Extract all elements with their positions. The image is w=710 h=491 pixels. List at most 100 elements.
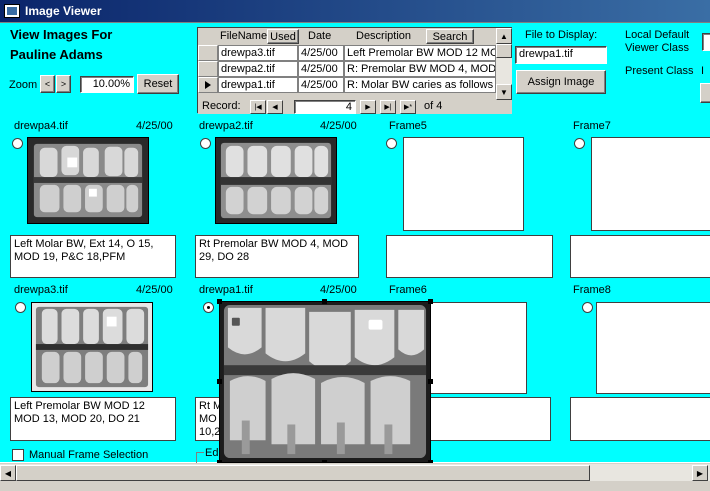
assign-image-button[interactable]: Assign Image bbox=[516, 70, 606, 94]
frame-7-image-area[interactable] bbox=[591, 137, 710, 231]
frame-5-radio[interactable] bbox=[386, 138, 397, 149]
cell-date[interactable]: 4/25/00 bbox=[298, 77, 344, 93]
scroll-right-button[interactable]: ▶ bbox=[692, 465, 708, 481]
frame-7-description[interactable] bbox=[570, 235, 710, 278]
resize-handle[interactable] bbox=[217, 299, 222, 304]
resize-handle[interactable] bbox=[428, 379, 433, 384]
frame-3-xray-image[interactable] bbox=[31, 302, 153, 392]
frame-3-date: 4/25/00 bbox=[136, 284, 173, 296]
row-selector[interactable] bbox=[198, 45, 218, 61]
file-to-display-input[interactable]: drewpa1.tif bbox=[515, 46, 607, 64]
zoom-value-field[interactable]: 10.00% bbox=[80, 76, 134, 93]
zoomed-xray-image[interactable] bbox=[219, 301, 431, 463]
local-default-label: Local Default bbox=[625, 29, 690, 41]
cell-description[interactable]: Left Premolar BW MOD 12 MOD bbox=[344, 45, 496, 61]
manual-frame-checkbox[interactable] bbox=[12, 449, 24, 461]
frame-3-description[interactable]: Left Premolar BW MOD 12 MOD 13, MOD 20, … bbox=[10, 397, 176, 441]
cell-date[interactable]: 4/25/00 bbox=[298, 61, 344, 77]
zoom-out-button[interactable]: < bbox=[40, 75, 55, 93]
image-records-grid: FileName Used Date Description Search dr… bbox=[197, 27, 512, 114]
frame-7-name: Frame7 bbox=[573, 120, 611, 132]
frame-2-name: drewpa2.tif bbox=[199, 120, 253, 132]
chevron-left-icon: < bbox=[44, 79, 51, 89]
status-bar bbox=[0, 481, 710, 491]
title-bar: Image Viewer bbox=[0, 0, 710, 22]
cell-filename[interactable]: drewpa2.tif bbox=[218, 61, 298, 77]
zoom-in-button[interactable]: > bbox=[56, 75, 71, 93]
reset-button[interactable]: Reset bbox=[137, 74, 179, 94]
horizontal-scrollbar[interactable]: ◀ ▶ bbox=[0, 463, 710, 481]
app-icon bbox=[4, 4, 20, 18]
record-label: Record: bbox=[202, 100, 241, 112]
frame-4-date: 4/25/00 bbox=[320, 284, 357, 296]
frame-4-radio-selected[interactable] bbox=[203, 302, 214, 313]
scroll-left-button[interactable]: ◀ bbox=[0, 465, 16, 481]
cell-description[interactable]: R: Molar BW caries as follows M bbox=[344, 77, 496, 93]
resize-handle[interactable] bbox=[217, 379, 222, 384]
table-row[interactable]: drewpa2.tif 4/25/00 R: Premolar BW MOD 4… bbox=[198, 61, 496, 77]
scroll-thumb[interactable] bbox=[496, 44, 512, 58]
row-selector[interactable] bbox=[198, 77, 218, 93]
new-record-button[interactable]: ▶* bbox=[400, 100, 416, 114]
frame-8-image-area[interactable] bbox=[596, 302, 710, 394]
table-row[interactable]: drewpa1.tif 4/25/00 R: Molar BW caries a… bbox=[198, 77, 496, 93]
previous-record-button[interactable]: ◀ bbox=[267, 100, 283, 114]
patient-name: Pauline Adams bbox=[10, 47, 103, 62]
next-icon: ▶ bbox=[365, 104, 371, 111]
scroll-down-button[interactable]: ▼ bbox=[496, 84, 512, 100]
record-navigation: Record: |◀ ◀ 4 ▶ ▶| ▶* of 4 bbox=[198, 100, 512, 114]
arrow-right-icon: ▶ bbox=[696, 468, 704, 478]
cell-filename[interactable]: drewpa3.tif bbox=[218, 45, 298, 61]
frame-7-radio[interactable] bbox=[574, 138, 585, 149]
viewer-class-field[interactable] bbox=[702, 33, 710, 51]
first-record-button[interactable]: |◀ bbox=[250, 100, 266, 114]
scroll-up-button[interactable]: ▲ bbox=[496, 28, 512, 44]
frame-5-name: Frame5 bbox=[389, 120, 427, 132]
frame-8-description[interactable] bbox=[570, 397, 710, 441]
current-record-icon bbox=[205, 81, 211, 89]
record-number-field[interactable]: 4 bbox=[294, 100, 356, 114]
table-row[interactable]: drewpa3.tif 4/25/00 Left Premolar BW MOD… bbox=[198, 45, 496, 61]
resize-handle[interactable] bbox=[322, 299, 327, 304]
frame-2-radio[interactable] bbox=[200, 138, 211, 149]
viewer-class-label: Viewer Class bbox=[625, 42, 689, 54]
cell-filename[interactable]: drewpa1.tif bbox=[218, 77, 298, 93]
resize-handle[interactable] bbox=[428, 299, 433, 304]
record-count: of 4 bbox=[424, 100, 443, 112]
frame-5-image-area[interactable] bbox=[403, 137, 524, 231]
frame-1-radio[interactable] bbox=[12, 138, 23, 149]
frame-1-name: drewpa4.tif bbox=[14, 120, 68, 132]
last-record-icon: ▶| bbox=[384, 104, 392, 111]
frame-8-radio[interactable] bbox=[582, 302, 593, 313]
arrow-left-icon: ◀ bbox=[4, 468, 12, 478]
next-record-button[interactable]: ▶ bbox=[360, 100, 376, 114]
used-button[interactable]: Used bbox=[267, 29, 299, 44]
frame-5-description[interactable] bbox=[386, 235, 553, 278]
frame-3-name: drewpa3.tif bbox=[14, 284, 68, 296]
partial-button[interactable] bbox=[700, 83, 710, 103]
col-filename-header: FileName bbox=[220, 30, 268, 42]
edit-group-label: Ed bbox=[204, 447, 220, 459]
frame-2-date: 4/25/00 bbox=[320, 120, 357, 132]
frame-1-description[interactable]: Left Molar BW, Ext 14, O 15, MOD 19, P&C… bbox=[10, 235, 176, 278]
cell-date[interactable]: 4/25/00 bbox=[298, 45, 344, 61]
frame-2-xray-image[interactable] bbox=[215, 137, 337, 224]
zoom-label: Zoom bbox=[9, 79, 38, 91]
frame-1-xray-image[interactable] bbox=[27, 137, 149, 224]
grid-vertical-scrollbar[interactable]: ▲ ▼ bbox=[496, 28, 512, 100]
frame-8-name: Frame8 bbox=[573, 284, 611, 296]
arrow-up-icon: ▲ bbox=[500, 31, 508, 41]
frame-3-radio[interactable] bbox=[15, 302, 26, 313]
frame-2-description[interactable]: Rt Premolar BW MOD 4, MOD 29, DO 28 bbox=[195, 235, 359, 278]
manual-frame-label: Manual Frame Selection bbox=[29, 449, 149, 461]
horizontal-scroll-thumb[interactable] bbox=[16, 465, 590, 481]
last-record-button[interactable]: ▶| bbox=[380, 100, 396, 114]
col-date-header: Date bbox=[308, 30, 332, 42]
form-area: View Images For Pauline Adams Zoom < > 1… bbox=[0, 22, 710, 465]
row-selector[interactable] bbox=[198, 61, 218, 77]
new-record-icon: ▶* bbox=[403, 104, 413, 111]
file-to-display-label: File to Display: bbox=[525, 29, 598, 41]
window-title: Image Viewer bbox=[25, 4, 102, 18]
search-button[interactable]: Search bbox=[426, 29, 474, 44]
cell-description[interactable]: R: Premolar BW MOD 4, MOD 2 bbox=[344, 61, 496, 77]
